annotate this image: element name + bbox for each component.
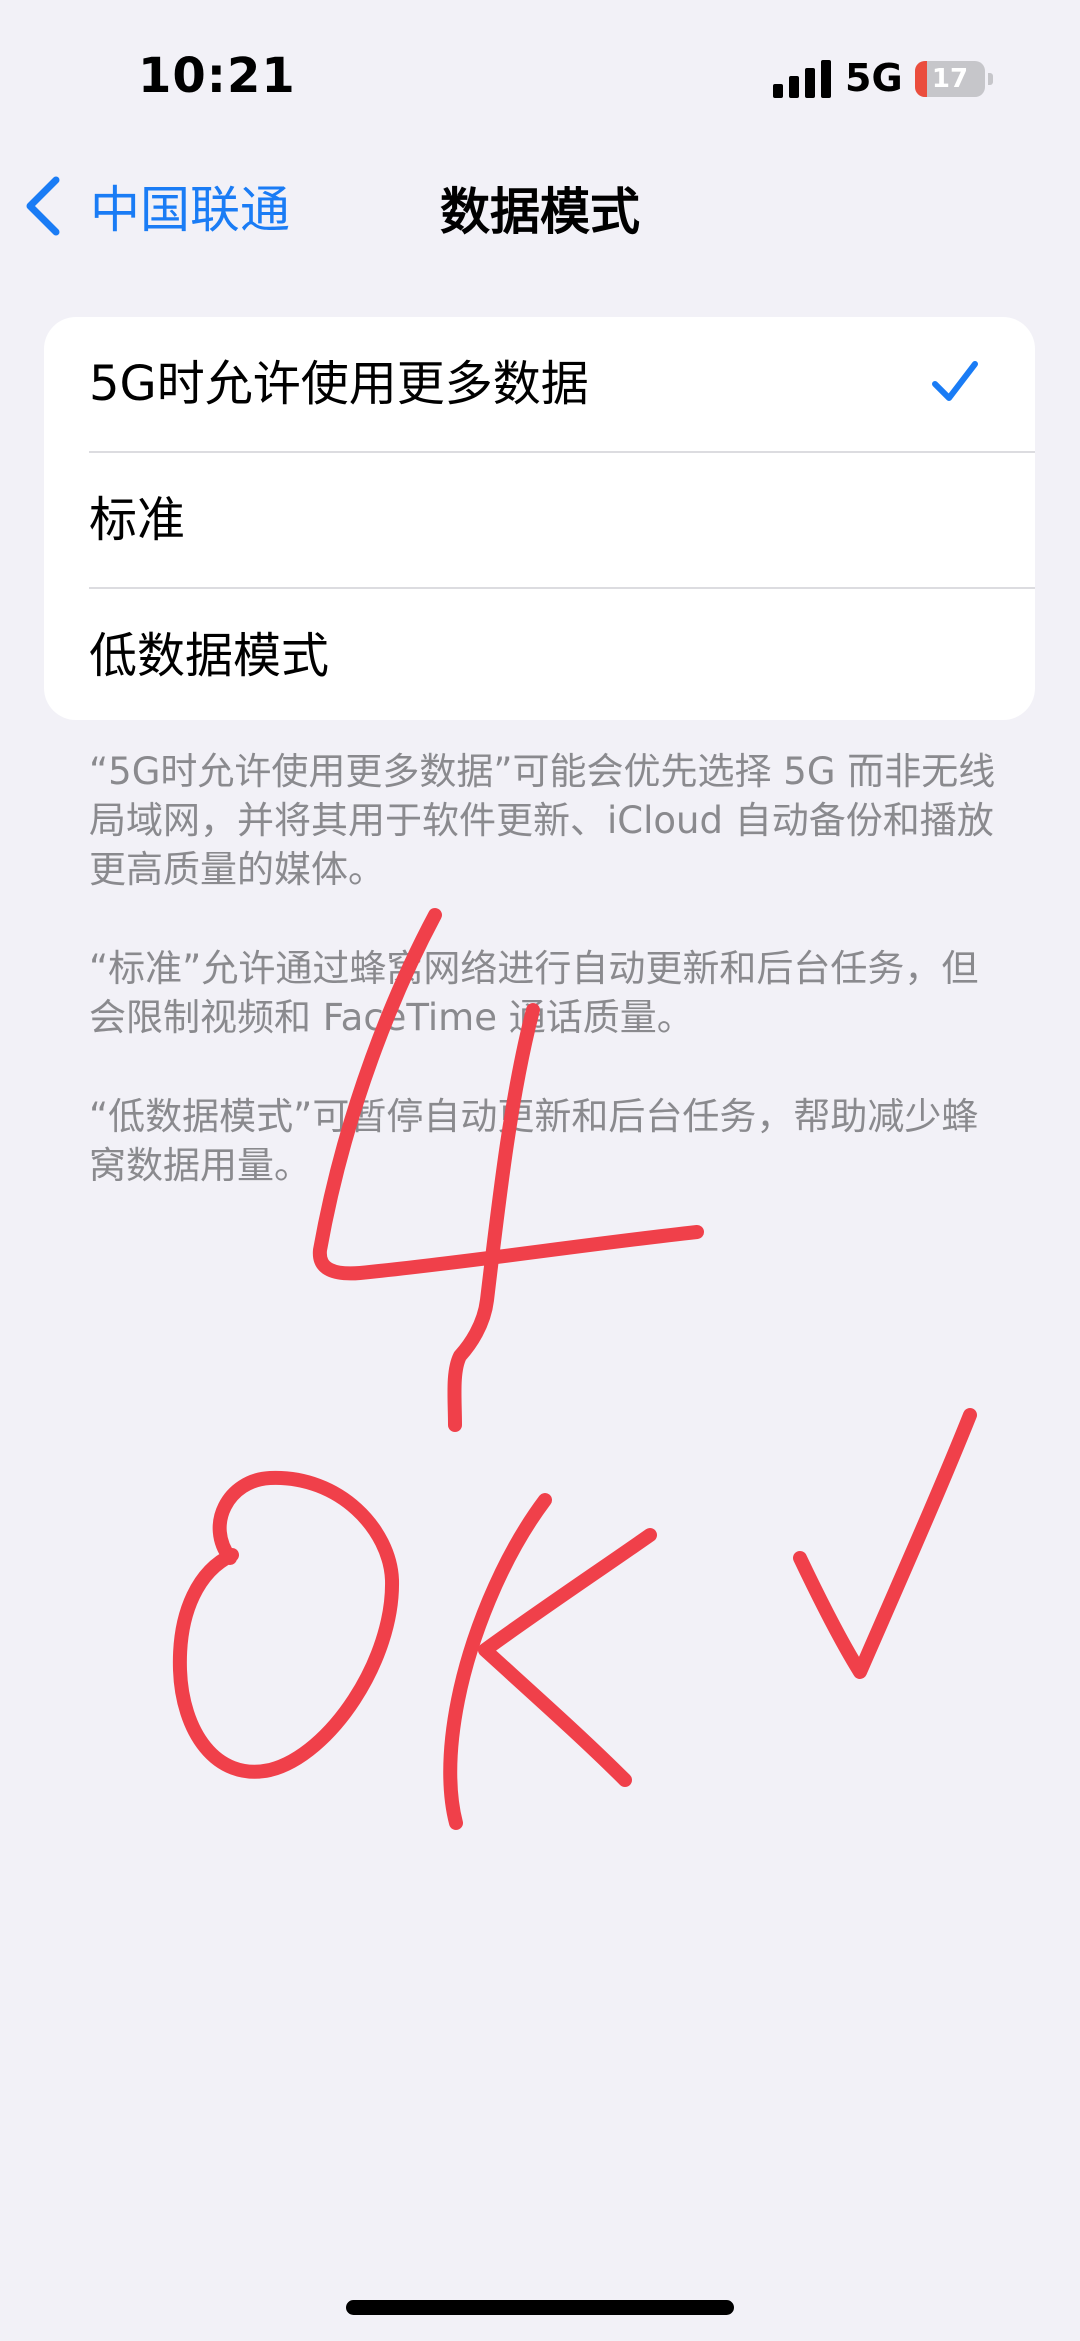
handwritten-4-stem [447, 1003, 540, 1432]
home-indicator[interactable] [346, 2300, 734, 2315]
handwritten-k-arm [478, 1528, 657, 1787]
cellular-signal-icon [773, 60, 831, 98]
handwritten-o-stroke [172, 1470, 400, 1779]
handwritten-check-stroke [793, 1408, 977, 1679]
status-time: 10:21 [138, 48, 296, 104]
option-standard[interactable]: 标准 [44, 453, 1035, 587]
battery-icon: 17 [915, 61, 985, 97]
network-type-label: 5G [845, 56, 903, 100]
option-label: 标准 [89, 492, 186, 548]
description-more-data: “5G时允许使用更多数据”可能会优先选择 5G 而非无线局域网，并将其用于软件更… [89, 750, 996, 891]
checkmark-icon [932, 361, 978, 401]
option-label: 5G时允许使用更多数据 [89, 356, 589, 412]
description-low-data-mode: “低数据模式”可暂停自动更新和后台任务，帮助减少蜂窝数据用量。 [89, 1095, 979, 1187]
option-label: 低数据模式 [89, 628, 330, 684]
option-low-data-mode[interactable]: 低数据模式 [44, 589, 1035, 720]
option-allow-more-data-on-5g[interactable]: 5G时允许使用更多数据 [44, 317, 1035, 451]
data-mode-options: 5G时允许使用更多数据 标准 低数据模式 [44, 317, 1035, 720]
handwritten-k-stem [443, 1493, 552, 1830]
battery-cap [988, 73, 993, 85]
description-standard: “标准”允许通过蜂窝网络进行自动更新和后台任务，但会限制视频和 FaceTime… [89, 947, 979, 1039]
page-title: 数据模式 [440, 183, 640, 241]
status-bar: 10:21 5G 17 [0, 0, 1080, 150]
battery-level-text: 17 [931, 64, 969, 94]
